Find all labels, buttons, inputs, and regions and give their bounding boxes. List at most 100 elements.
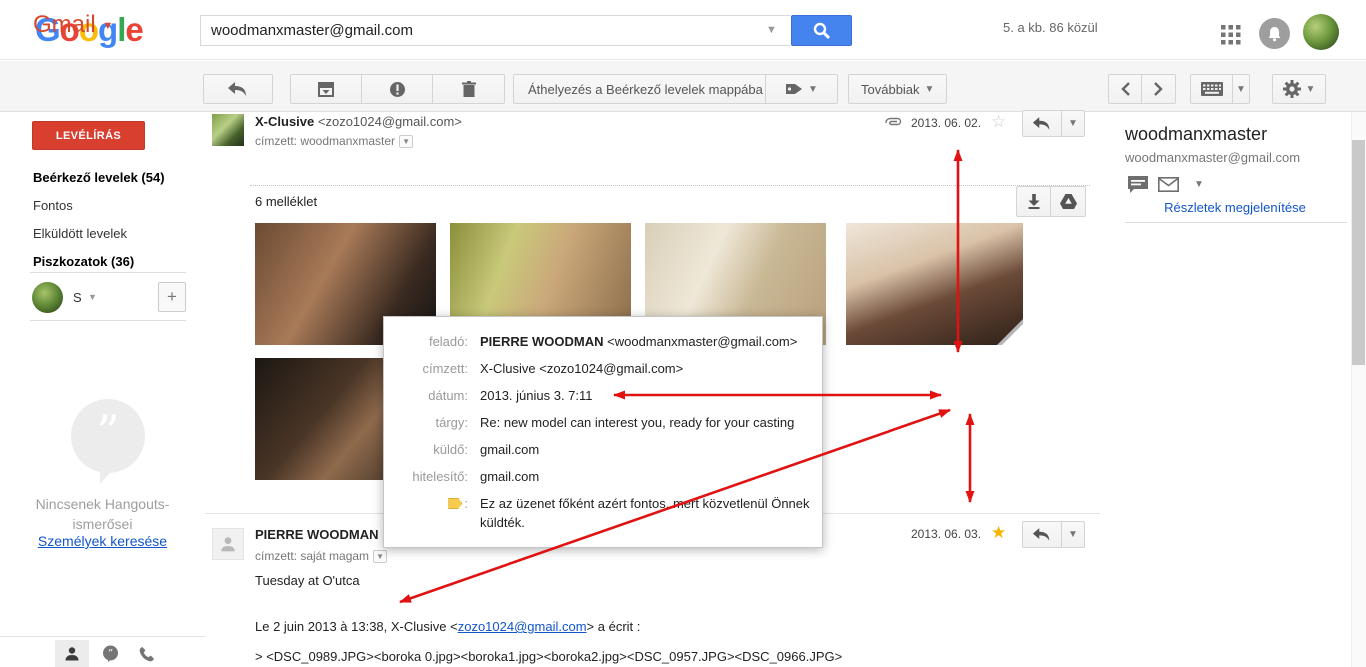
drive-icon — [1060, 194, 1077, 209]
details-importance-text: Ez az üzenet főként azért fontos, mert k… — [480, 494, 810, 532]
move-to-inbox-button[interactable]: Áthelyezés a Beérkező levelek mappába — [513, 74, 778, 104]
phone-tab-button[interactable] — [130, 640, 164, 667]
sidebar-item-inbox[interactable]: Beérkező levelek (54) — [33, 165, 198, 189]
delete-button[interactable] — [433, 74, 505, 104]
divider — [30, 320, 186, 321]
download-icon — [1028, 194, 1040, 209]
details-date-value: 2013. június 3. 7:11 — [480, 386, 593, 405]
profile-email: woodmanxmaster@gmail.com — [1125, 150, 1300, 165]
gmail-logo-menu[interactable]: Gmail ▼ — [33, 11, 113, 39]
input-tools-dropdown[interactable]: ▼ — [1233, 74, 1250, 104]
trash-icon — [462, 81, 476, 98]
attachment-paperclip-icon — [884, 117, 902, 129]
gear-icon — [1283, 80, 1301, 98]
report-spam-button[interactable] — [362, 74, 433, 104]
account-avatar[interactable] — [1303, 14, 1339, 50]
reply-arrow-icon — [1032, 116, 1052, 131]
apps-grid-icon[interactable] — [1221, 25, 1241, 45]
svg-text:”: ” — [96, 405, 120, 459]
email1-date: 2013. 06. 02. — [911, 116, 981, 130]
scrollbar-thumb[interactable] — [1352, 140, 1365, 365]
chevron-down-icon[interactable]: ▼ — [1194, 179, 1204, 190]
sender-avatar-placeholder[interactable] — [212, 528, 244, 560]
details-from-label: feladó: — [384, 332, 468, 351]
email1-star-icon[interactable]: ☆ — [991, 113, 1006, 130]
search-options-chevron-icon[interactable]: ▼ — [766, 24, 777, 36]
details-to-value: X-Clusive <zozo1024@gmail.com> — [480, 359, 683, 378]
sidebar-item-important[interactable]: Fontos — [33, 193, 198, 217]
more-actions-button[interactable]: Továbbiak▼ — [848, 74, 947, 104]
hangouts-empty-icon: ” — [70, 398, 146, 484]
search-people-link[interactable]: Személyek keresése — [0, 533, 205, 549]
details-mailedby-label: küldő: — [384, 440, 468, 459]
back-to-inbox-button[interactable] — [203, 74, 273, 104]
show-details-chevron-icon[interactable]: ▼ — [399, 135, 413, 148]
attachment-thumbnail-4[interactable] — [846, 223, 1023, 345]
back-arrow-icon — [227, 81, 249, 97]
svg-text:”: ” — [107, 649, 112, 660]
save-to-drive-button[interactable] — [1051, 186, 1086, 217]
keyboard-icon — [1201, 82, 1223, 96]
pager-count: 5. a kb. 86 közül — [1003, 20, 1098, 35]
download-all-button[interactable] — [1016, 186, 1051, 217]
email1-more-dropdown[interactable]: ▼ — [1062, 110, 1085, 137]
input-tools-button[interactable] — [1190, 74, 1233, 104]
chevron-down-icon: ▼ — [1068, 118, 1078, 129]
chat-self-name[interactable]: S — [73, 290, 82, 305]
email2-sender[interactable]: PIERRE WOODMAN — [255, 527, 379, 542]
quoted-email-link[interactable]: zozo1024@gmail.com — [458, 619, 587, 634]
sidebar-item-drafts[interactable]: Piszkozatok (36) — [33, 249, 198, 273]
email-icon[interactable] — [1158, 177, 1179, 192]
chevron-down-icon: ▼ — [102, 20, 113, 32]
chat-self-avatar[interactable] — [32, 282, 63, 313]
older-conversation-button[interactable] — [1142, 74, 1176, 104]
email2-more-dropdown[interactable]: ▼ — [1062, 521, 1085, 548]
gmail-app: Google ▼ Gmail ▼ Áthelyezés a Beérkező l… — [0, 0, 1366, 667]
details-mailedby-value: gmail.com — [480, 440, 539, 459]
chat-icon[interactable] — [1128, 176, 1148, 193]
contacts-tab-button[interactable] — [55, 640, 89, 667]
chevron-right-icon — [1154, 82, 1163, 96]
chevron-down-icon: ▼ — [808, 84, 818, 95]
divider — [1125, 222, 1347, 223]
email1-sender[interactable]: X-Clusive <zozo1024@gmail.com> — [255, 114, 462, 129]
chevron-down-icon: ▼ — [1068, 529, 1078, 540]
email2-date: 2013. 06. 03. — [911, 527, 981, 541]
reply-arrow-icon — [1032, 527, 1052, 542]
settings-button[interactable]: ▼ — [1272, 74, 1326, 104]
chevron-down-icon: ▼ — [1306, 84, 1316, 95]
email2-star-icon[interactable]: ★ — [991, 524, 1006, 541]
details-signedby-value: gmail.com — [480, 467, 539, 486]
chevron-left-icon — [1121, 82, 1130, 96]
sidebar-item-sent[interactable]: Elküldött levelek — [33, 221, 198, 245]
email2-reply-button[interactable] — [1022, 521, 1062, 548]
search-icon — [812, 21, 831, 40]
email1-reply-button[interactable] — [1022, 110, 1062, 137]
newer-conversation-button[interactable] — [1108, 74, 1142, 104]
divider — [30, 272, 186, 273]
phone-icon — [139, 646, 155, 662]
details-subject-value: Re: new model can interest you, ready fo… — [480, 413, 794, 432]
person-icon — [64, 646, 80, 662]
search-button[interactable] — [791, 15, 852, 46]
show-details-link[interactable]: Részletek megjelenítése — [1125, 200, 1345, 215]
show-details-chevron-icon[interactable]: ▼ — [373, 550, 387, 563]
hangouts-tab-button[interactable]: ” — [93, 640, 127, 667]
chevron-down-icon: ▼ — [1236, 84, 1246, 95]
divider — [0, 636, 205, 637]
labels-button[interactable]: ▼ — [765, 74, 838, 104]
archive-button[interactable] — [290, 74, 362, 104]
search-input[interactable] — [200, 15, 790, 46]
add-contact-button[interactable]: + — [158, 282, 186, 312]
email2-body-line: Tuesday at O'utca — [255, 573, 360, 588]
profile-actions: ▼ — [1128, 176, 1204, 193]
details-importance-label: : — [384, 494, 468, 532]
compose-button[interactable]: LEVÉLÍRÁS — [32, 121, 145, 150]
spam-icon — [389, 81, 406, 98]
chevron-down-icon: ▼ — [88, 292, 97, 302]
hangouts-empty-text-line1: Nincsenek Hangouts- — [0, 496, 205, 512]
sender-avatar[interactable] — [212, 114, 244, 146]
notifications-bell-icon[interactable] — [1259, 18, 1290, 49]
profile-name: woodmanxmaster — [1125, 124, 1267, 145]
person-icon — [219, 535, 237, 553]
